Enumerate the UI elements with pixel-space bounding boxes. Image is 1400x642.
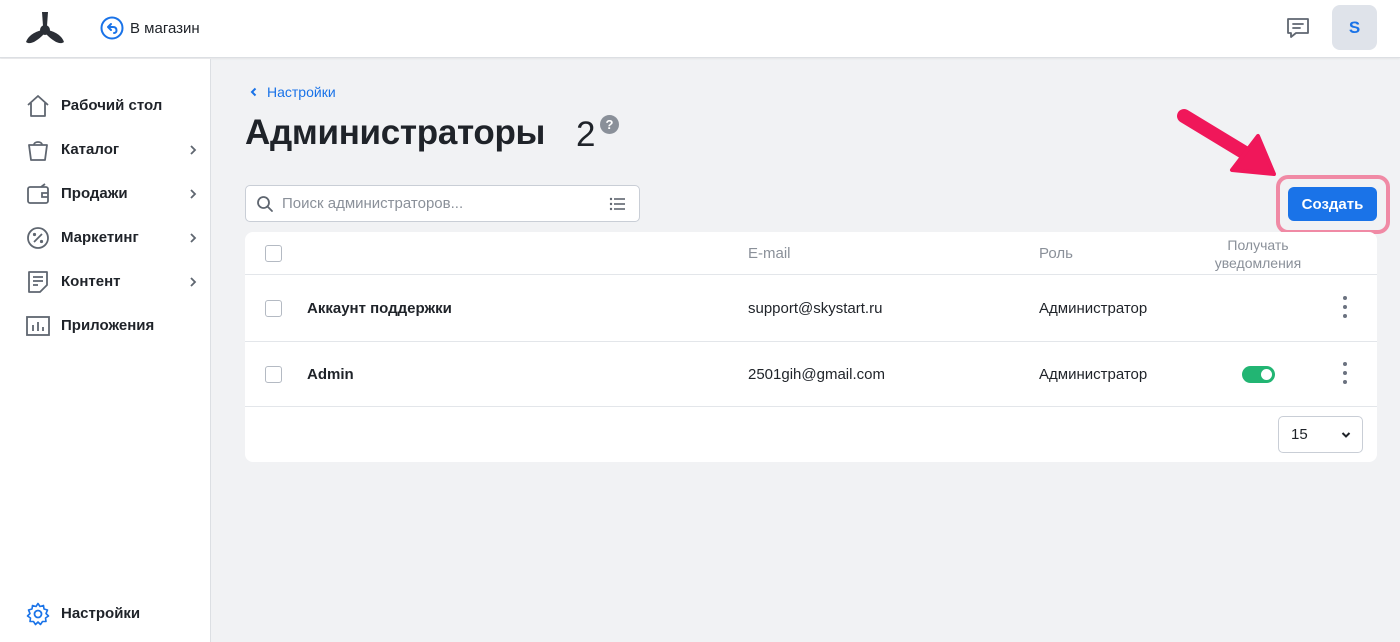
sidebar-item-content[interactable]: Контент bbox=[0, 260, 210, 304]
chat-icon[interactable] bbox=[1285, 15, 1311, 41]
help-icon[interactable]: ? bbox=[600, 115, 619, 134]
logo-icon[interactable] bbox=[22, 8, 68, 48]
back-to-store-link[interactable]: В магазин bbox=[100, 16, 200, 40]
user-avatar[interactable]: S bbox=[1332, 5, 1377, 50]
more-options-icon[interactable] bbox=[1342, 362, 1348, 384]
admin-role: Администратор bbox=[1039, 300, 1148, 317]
sidebar-item-label: Маркетинг bbox=[61, 229, 139, 246]
column-role[interactable]: Роль bbox=[1039, 245, 1073, 262]
home-icon bbox=[27, 95, 49, 117]
row-checkbox[interactable] bbox=[265, 300, 282, 317]
sidebar-item-dashboard[interactable]: Рабочий стол bbox=[0, 84, 210, 128]
table-row[interactable]: Аккаунт поддержки support@skystart.ru Ад… bbox=[245, 276, 1377, 342]
gear-icon bbox=[26, 602, 50, 626]
chevron-down-icon bbox=[1341, 432, 1351, 438]
breadcrumb[interactable]: Настройки bbox=[249, 84, 336, 100]
page-title: Администраторы bbox=[245, 113, 546, 152]
chevron-right-icon bbox=[190, 233, 197, 243]
sidebar-item-marketing[interactable]: Маркетинг bbox=[0, 216, 210, 260]
sidebar: Рабочий стол Каталог Продажи Маркетинг К… bbox=[0, 59, 211, 642]
admin-name[interactable]: Admin bbox=[307, 366, 354, 383]
admin-email: 2501gih@gmail.com bbox=[748, 366, 885, 383]
create-button[interactable]: Создать bbox=[1288, 187, 1377, 221]
sidebar-item-label: Приложения bbox=[61, 317, 155, 334]
wallet-icon bbox=[27, 183, 49, 204]
per-page-value: 15 bbox=[1291, 426, 1308, 443]
sidebar-item-label: Настройки bbox=[61, 605, 141, 622]
chevron-left-icon bbox=[250, 87, 257, 97]
search-box bbox=[245, 185, 640, 222]
annotation-arrow-icon bbox=[1177, 109, 1276, 176]
row-checkbox[interactable] bbox=[265, 366, 282, 383]
column-email[interactable]: E-mail bbox=[748, 245, 791, 262]
table-header: E-mail Роль Получать уведомления bbox=[245, 232, 1377, 275]
table-row[interactable]: Admin 2501gih@gmail.com Администратор bbox=[245, 341, 1377, 407]
sidebar-item-sales[interactable]: Продажи bbox=[0, 172, 210, 216]
sidebar-item-settings[interactable]: Настройки bbox=[0, 592, 210, 636]
sidebar-item-apps[interactable]: Приложения bbox=[0, 304, 210, 348]
admin-email: support@skystart.ru bbox=[748, 300, 883, 317]
select-all-checkbox[interactable] bbox=[265, 245, 282, 262]
back-arrow-icon bbox=[100, 16, 124, 40]
more-options-icon[interactable] bbox=[1342, 296, 1348, 318]
filter-list-icon[interactable] bbox=[609, 195, 627, 213]
administrators-table: E-mail Роль Получать уведомления Аккаунт… bbox=[245, 232, 1377, 462]
search-icon bbox=[257, 196, 273, 212]
top-bar: В магазин S bbox=[0, 0, 1400, 58]
chevron-right-icon bbox=[190, 277, 197, 287]
sidebar-item-label: Каталог bbox=[61, 141, 120, 158]
chevron-right-icon bbox=[190, 145, 197, 155]
document-icon bbox=[28, 271, 48, 293]
sidebar-item-label: Продажи bbox=[61, 185, 128, 202]
sidebar-item-label: Рабочий стол bbox=[61, 97, 163, 114]
chevron-right-icon bbox=[190, 189, 197, 199]
per-page-select[interactable]: 15 bbox=[1278, 416, 1363, 453]
admin-role: Администратор bbox=[1039, 366, 1148, 383]
percent-icon bbox=[27, 227, 49, 249]
sidebar-item-label: Контент bbox=[61, 273, 121, 290]
search-input[interactable] bbox=[282, 186, 602, 221]
sidebar-item-catalog[interactable]: Каталог bbox=[0, 128, 210, 172]
shopping-bag-icon bbox=[28, 141, 48, 161]
notifications-toggle[interactable] bbox=[1242, 366, 1275, 383]
back-to-store-label: В магазин bbox=[130, 19, 200, 37]
breadcrumb-label: Настройки bbox=[267, 84, 336, 100]
admin-name[interactable]: Аккаунт поддержки bbox=[307, 300, 452, 317]
column-notifications: Получать уведомления bbox=[1214, 237, 1302, 271]
chart-icon bbox=[26, 316, 50, 336]
page-count: 2 bbox=[576, 115, 596, 154]
